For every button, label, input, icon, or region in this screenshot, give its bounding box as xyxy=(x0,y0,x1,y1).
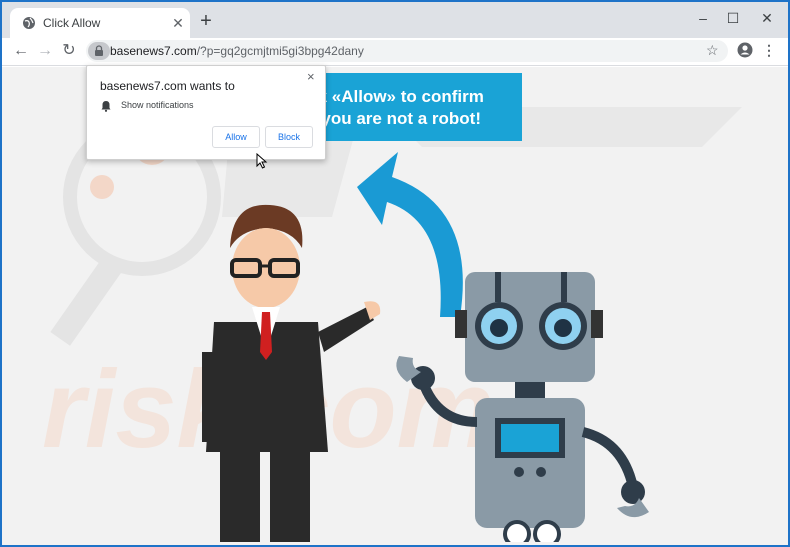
minimize-button[interactable]: – xyxy=(691,8,715,28)
close-icon[interactable]: × xyxy=(307,69,315,84)
allow-button[interactable]: Allow xyxy=(212,126,260,148)
popup-title: basenews7.com wants to xyxy=(100,79,235,93)
window-close-button[interactable]: ✕ xyxy=(755,8,779,28)
url-host: basenews7.com xyxy=(110,44,197,58)
tab-click-allow[interactable]: Click Allow ✕ xyxy=(10,8,190,38)
profile-icon[interactable] xyxy=(737,42,753,58)
close-icon[interactable]: ✕ xyxy=(170,15,186,31)
toolbar: ← → ↻ basenews7.com/?p=gq2gcmjtmi5gi3bpg… xyxy=(2,38,788,66)
permission-text: Show notifications xyxy=(121,100,194,110)
tab-strip: Click Allow ✕ + – ☐ ✕ xyxy=(2,2,788,38)
back-button[interactable]: ← xyxy=(12,42,30,60)
url-path: /?p=gq2gcmjtmi5gi3bpg42dany xyxy=(196,44,364,58)
lock-icon[interactable] xyxy=(88,42,110,60)
menu-icon[interactable]: ⋮ xyxy=(762,40,776,60)
address-bar[interactable]: basenews7.com/?p=gq2gcmjtmi5gi3bpg42dany… xyxy=(86,40,728,62)
new-tab-button[interactable]: + xyxy=(197,11,215,31)
block-button[interactable]: Block xyxy=(265,126,313,148)
globe-icon xyxy=(23,17,35,29)
forward-button[interactable]: → xyxy=(36,42,54,60)
bookmark-star-icon[interactable]: ☆ xyxy=(706,42,719,59)
browser-window: Click Allow ✕ + – ☐ ✕ ← → ↻ basenews7.co… xyxy=(2,2,788,545)
notification-permission-popup: basenews7.com wants to × Show notificati… xyxy=(86,65,326,160)
businessman-graphic xyxy=(202,204,381,542)
robot-graphic xyxy=(396,272,649,542)
bell-icon xyxy=(101,101,111,112)
url-text[interactable]: basenews7.com/?p=gq2gcmjtmi5gi3bpg42dany xyxy=(110,44,364,58)
tab-title: Click Allow xyxy=(43,16,101,30)
reload-button[interactable]: ↻ xyxy=(60,42,78,60)
maximize-button[interactable]: ☐ xyxy=(721,8,745,28)
mouse-cursor-icon xyxy=(256,153,268,169)
